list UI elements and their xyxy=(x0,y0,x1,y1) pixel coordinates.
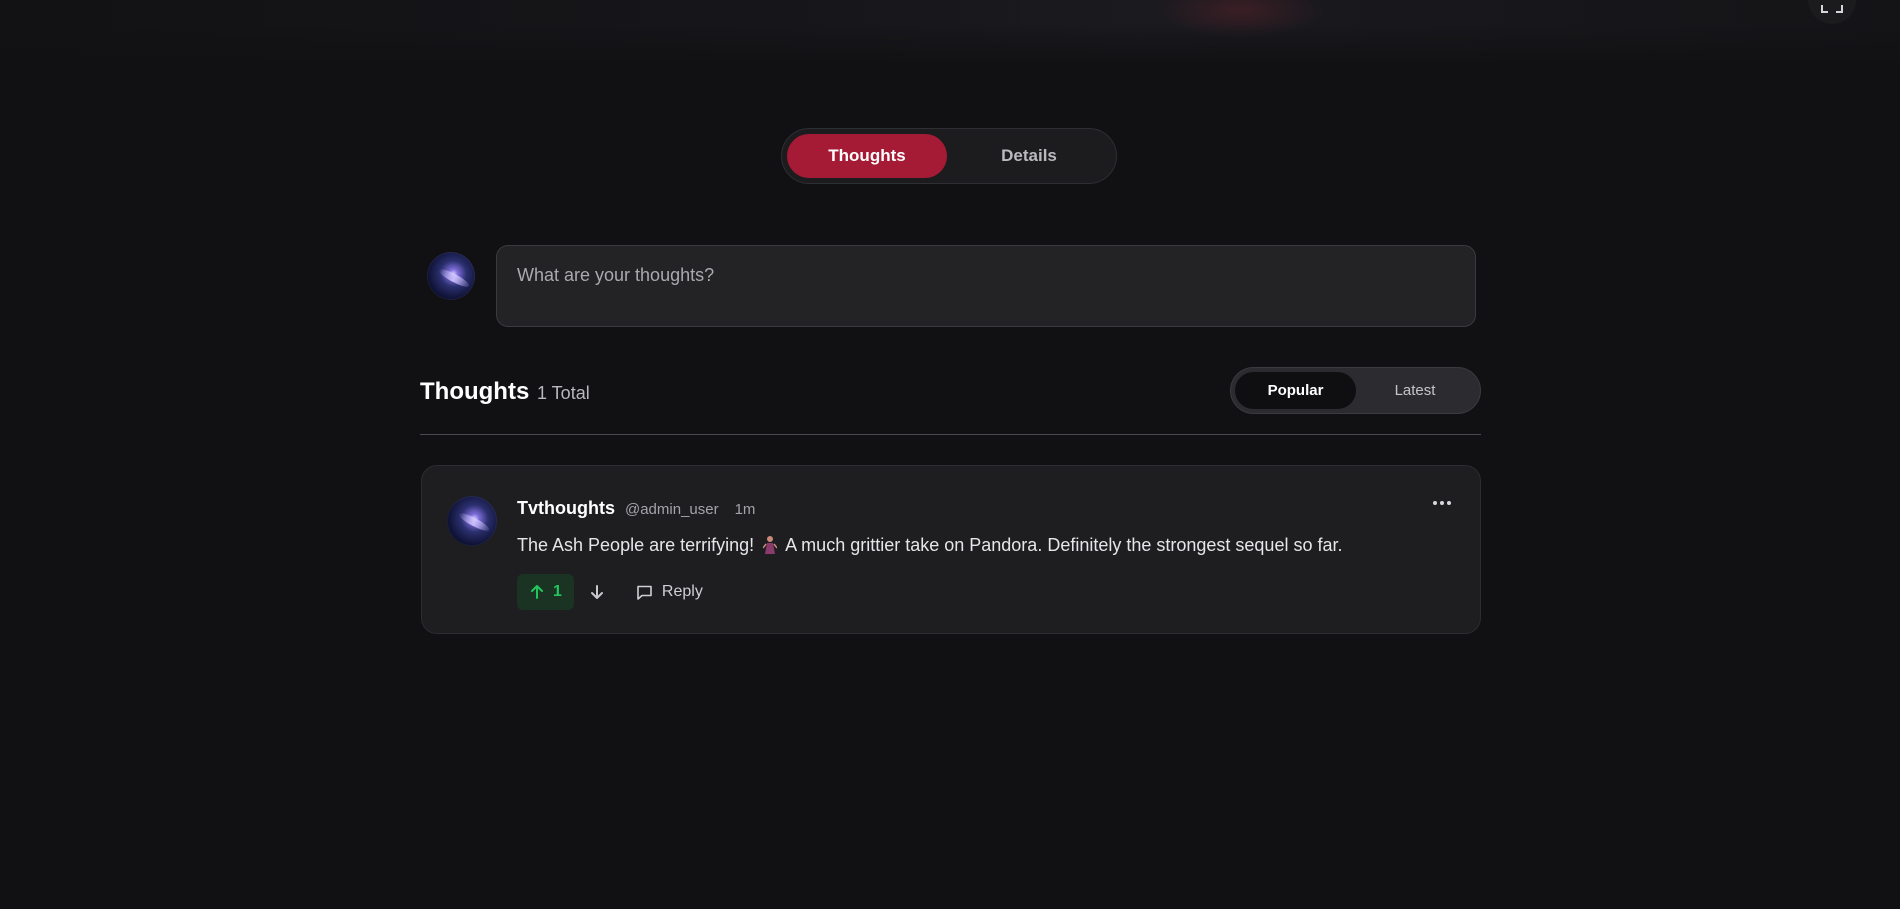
hero-backdrop xyxy=(0,0,1900,64)
chat-bubble-icon xyxy=(637,585,652,600)
thoughts-count: 1 Total xyxy=(537,383,590,403)
author-name[interactable]: Tvthoughts xyxy=(517,498,615,519)
page: Thoughts Details Thoughts 1 Total Popula… xyxy=(0,0,1900,909)
thoughts-header: Thoughts 1 Total Popular Latest xyxy=(420,367,1481,435)
person-figure-emoji xyxy=(763,536,778,554)
arrow-down-icon xyxy=(590,585,603,599)
comment-card: Tvthoughts @admin_user 1m The Ash People… xyxy=(421,465,1481,634)
tab-details[interactable]: Details xyxy=(947,134,1111,178)
reply-label: Reply xyxy=(661,583,703,600)
comment-text-part-1: The Ash People are terrifying! xyxy=(517,535,755,555)
comment-text: The Ash People are terrifying! A much gr… xyxy=(517,535,1342,556)
arrow-up-icon xyxy=(531,585,543,599)
sort-toggle: Popular Latest xyxy=(1230,367,1481,414)
view-tabs: Thoughts Details xyxy=(781,128,1117,184)
more-options-button[interactable] xyxy=(1430,496,1454,510)
sort-popular-button[interactable]: Popular xyxy=(1235,372,1356,409)
downvote-button[interactable] xyxy=(584,574,610,610)
author-handle: @admin_user xyxy=(624,501,719,518)
more-icon xyxy=(1433,501,1437,505)
post-time: 1m xyxy=(734,501,756,518)
reply-button[interactable]: Reply xyxy=(636,574,703,610)
avatar[interactable] xyxy=(447,496,497,546)
comment-text-part-2: A much grittier take on Pandora. Definit… xyxy=(785,535,1343,555)
upvote-count: 1 xyxy=(553,583,562,600)
sort-latest-button[interactable]: Latest xyxy=(1356,372,1474,409)
current-user-avatar xyxy=(427,252,475,300)
comment-actions: 1 Reply xyxy=(517,574,703,610)
upvote-button[interactable]: 1 xyxy=(517,574,574,610)
author-line: Tvthoughts @admin_user 1m xyxy=(517,498,755,519)
fullscreen-icon xyxy=(1821,5,1843,13)
thought-input[interactable] xyxy=(517,265,1455,307)
composer-box[interactable] xyxy=(496,245,1476,327)
section-title: Thoughts xyxy=(420,378,530,405)
tab-thoughts[interactable]: Thoughts xyxy=(787,134,947,178)
